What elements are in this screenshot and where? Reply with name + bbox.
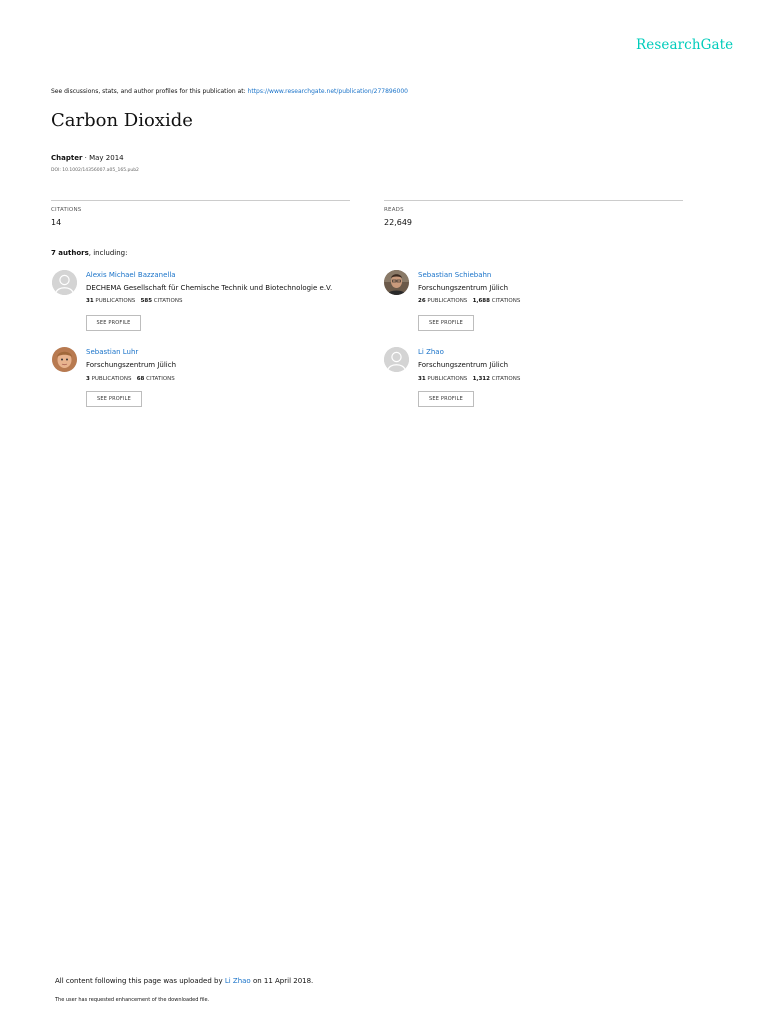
author-institution: Forschungszentrum Jülich	[86, 361, 177, 369]
citations-label-small: CITATIONS	[491, 298, 521, 304]
publications-count: 3	[86, 376, 90, 382]
person-silhouette-icon	[52, 270, 77, 295]
citations-count: 68	[136, 376, 145, 382]
divider-citations	[51, 200, 350, 201]
citations-count: 585	[140, 298, 153, 304]
publications-count: 26	[418, 298, 426, 304]
citations-label-small: CITATIONS	[153, 298, 183, 304]
citations-label-small: CITATIONS	[146, 376, 175, 382]
authors-count: 7 authors	[51, 249, 89, 257]
publications-count: 31	[86, 298, 94, 304]
uploader-link[interactable]: Li Zhao	[225, 977, 251, 985]
citations-value: 14	[51, 218, 62, 227]
publication-meta: Chapter · May 2014	[51, 154, 124, 162]
discussion-text: See discussions, stats, and author profi…	[51, 88, 248, 95]
author-stats: 26 PUBLICATIONS 1,688 CITATIONS	[418, 298, 520, 304]
publication-link[interactable]: https://www.researchgate.net/publication…	[248, 88, 408, 95]
author-institution: Forschungszentrum Jülich	[418, 361, 509, 369]
publications-label: PUBLICATIONS	[427, 376, 468, 382]
see-profile-button[interactable]: SEE PROFILE	[86, 391, 142, 407]
publications-label: PUBLICATIONS	[427, 298, 468, 304]
author-stats: 3 PUBLICATIONS 68 CITATIONS	[86, 376, 175, 382]
researchgate-logo[interactable]: ResearchGate	[636, 37, 733, 53]
citations-count: 1,688	[472, 298, 490, 304]
author-institution: Forschungszentrum Jülich	[418, 284, 509, 292]
reads-label: READS	[384, 207, 404, 213]
author-avatar-placeholder[interactable]	[52, 270, 77, 295]
discussion-notice: See discussions, stats, and author profi…	[51, 88, 408, 95]
citations-label: CITATIONS	[51, 207, 82, 213]
see-profile-button[interactable]: SEE PROFILE	[86, 315, 141, 331]
author-name[interactable]: Alexis Michael Bazzanella	[86, 271, 176, 279]
publication-date: May 2014	[89, 154, 124, 162]
author-photo-icon	[384, 270, 409, 295]
author-name[interactable]: Sebastian Schiebahn	[418, 271, 491, 279]
author-stats: 31 PUBLICATIONS 1,312 CITATIONS	[418, 376, 520, 382]
person-silhouette-icon	[384, 347, 409, 372]
publication-type: Chapter	[51, 154, 83, 162]
publication-doi: DOI: 10.1002/14356007.a05_165.pub2	[51, 168, 139, 173]
see-profile-button[interactable]: SEE PROFILE	[418, 315, 474, 331]
enhancement-note: The user has requested enhancement of th…	[55, 997, 210, 1003]
authors-suffix: , including:	[88, 249, 128, 257]
citations-label-small: CITATIONS	[491, 376, 521, 382]
divider-reads	[384, 200, 683, 201]
author-name[interactable]: Li Zhao	[418, 348, 444, 356]
author-avatar-placeholder[interactable]	[384, 347, 409, 372]
reads-value: 22,649	[384, 218, 412, 227]
see-profile-button[interactable]: SEE PROFILE	[418, 391, 474, 407]
publications-label: PUBLICATIONS	[95, 298, 136, 304]
authors-heading: 7 authors, including:	[51, 249, 127, 257]
author-stats: 31 PUBLICATIONS 585 CITATIONS	[86, 298, 182, 304]
author-institution: DECHEMA Gesellschaft für Chemische Techn…	[86, 284, 333, 292]
publication-title: Carbon Dioxide	[51, 110, 193, 131]
publications-label: PUBLICATIONS	[91, 376, 132, 382]
upload-notice: All content following this page was uplo…	[55, 977, 313, 985]
author-name[interactable]: Sebastian Luhr	[86, 348, 138, 356]
publications-count: 31	[418, 376, 426, 382]
author-avatar-photo[interactable]	[52, 347, 77, 372]
citations-count: 1,312	[472, 376, 490, 382]
author-avatar-photo[interactable]	[384, 270, 409, 295]
upload-prefix: All content following this page was uplo…	[55, 977, 225, 985]
author-photo-icon	[52, 347, 77, 372]
upload-suffix: on 11 April 2018.	[250, 977, 314, 985]
